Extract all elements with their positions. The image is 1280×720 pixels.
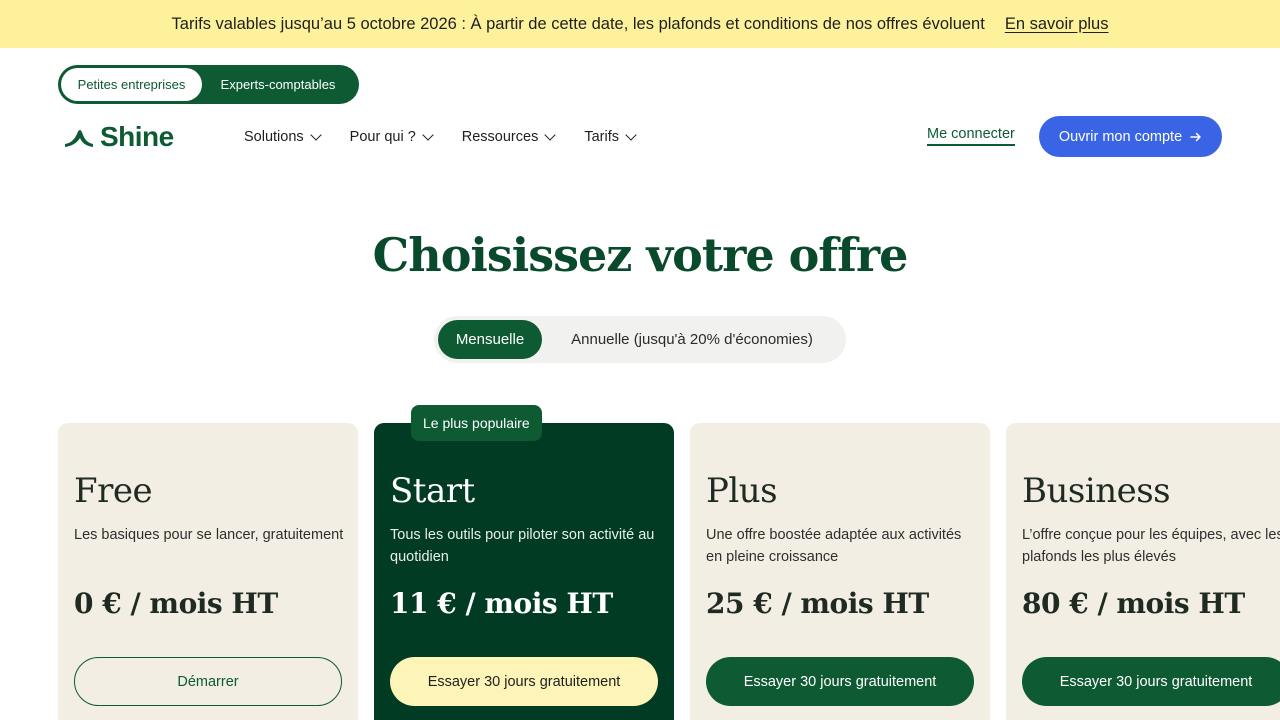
billing-option-monthly[interactable]: Mensuelle <box>438 320 542 359</box>
plan-price: 80 € / mois HT <box>1022 587 1245 620</box>
open-account-button[interactable]: Ouvrir mon compte <box>1039 116 1222 157</box>
chevron-down-icon <box>625 128 637 141</box>
audience-option-accountants[interactable]: Experts-comptables <box>202 68 354 101</box>
plan-name: Plus <box>706 471 778 511</box>
page-title: Choisissez votre offre <box>372 228 909 282</box>
plan-description: Tous les outils pour piloter son activit… <box>390 527 655 565</box>
chevron-down-icon <box>422 128 434 141</box>
chevron-down-icon <box>544 128 556 141</box>
plan-description: Les basiques pour se lancer, gratuitemen… <box>74 527 344 543</box>
nav-item-ressources[interactable]: Ressources <box>461 126 556 148</box>
main-nav: Solutions Pour qui ? Ressources Tarifs <box>244 126 637 148</box>
nav-label: Solutions <box>244 129 304 145</box>
shine-mark-icon <box>65 130 93 147</box>
nav-item-solutions[interactable]: Solutions <box>244 126 322 148</box>
plan-cta-button[interactable]: Essayer 30 jours gratuitement <box>706 657 974 706</box>
plan-price: 25 € / mois HT <box>706 587 929 620</box>
nav-label: Tarifs <box>584 129 619 145</box>
billing-period-toggle: Mensuelle Annuelle (jusqu'à 20% d'économ… <box>434 316 846 363</box>
nav-label: Ressources <box>461 129 539 145</box>
audience-switch: Petites entreprises Experts-comptables <box>58 65 359 104</box>
open-account-label: Ouvrir mon compte <box>1058 128 1183 145</box>
login-link[interactable]: Me connecter <box>927 126 1015 146</box>
nav-item-pour-qui[interactable]: Pour qui ? <box>349 126 434 148</box>
plan-price: 11 € / mois HT <box>390 587 613 620</box>
plan-cta-button[interactable]: Démarrer <box>74 657 342 706</box>
nav-item-tarifs[interactable]: Tarifs <box>584 126 637 148</box>
plan-price: 0 € / mois HT <box>74 587 278 620</box>
plan-description: Une offre boostée adaptée aux activités … <box>706 527 962 565</box>
plan-cta-button[interactable]: Essayer 30 jours gratuitement <box>1022 657 1280 706</box>
plan-name: Start <box>390 471 475 511</box>
billing-option-yearly[interactable]: Annuelle (jusqu'à 20% d'économies) <box>542 320 842 359</box>
banner-learn-more-link[interactable]: En savoir plus <box>1005 15 1109 34</box>
popular-badge: Le plus populaire <box>411 405 542 441</box>
plan-card-plus: Plus Une offre boostée adaptée aux activ… <box>690 423 990 720</box>
arrow-right-icon <box>1190 132 1201 141</box>
plan-card-business: Business L’offre conçue pour les équipes… <box>1006 423 1280 720</box>
banner-text: Tarifs valables jusqu’au 5 octobre 2026 … <box>171 14 985 33</box>
nav-label: Pour qui ? <box>349 129 416 145</box>
chevron-down-icon <box>309 128 322 141</box>
plan-name: Free <box>74 471 153 511</box>
shine-logo[interactable]: Shine <box>64 121 174 153</box>
plan-card-free: Free Les basiques pour se lancer, gratui… <box>58 423 358 720</box>
announcement-banner: Tarifs valables jusqu’au 5 octobre 2026 … <box>0 0 1280 48</box>
plan-cta-button[interactable]: Essayer 30 jours gratuitement <box>390 657 658 706</box>
plan-card-start: Start Tous les outils pour piloter son a… <box>374 423 674 720</box>
audience-option-small-business[interactable]: Petites entreprises <box>61 68 202 101</box>
plan-description: L’offre conçue pour les équipes, avec le… <box>1022 527 1280 565</box>
brand-name: Shine <box>100 121 174 152</box>
plan-name: Business <box>1022 471 1171 511</box>
